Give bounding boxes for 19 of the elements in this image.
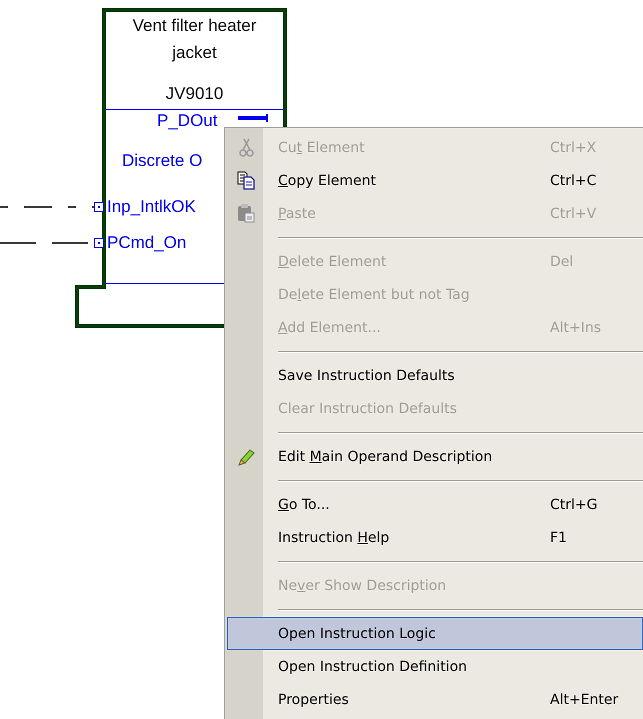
menu-item[interactable]: Save Instruction Defaults [227, 359, 643, 392]
clipboard-icon [237, 204, 255, 223]
pencil-icon [237, 447, 255, 466]
block-tag: JV9010 [166, 80, 224, 107]
menu-item[interactable]: Properties Alt+Enter [227, 683, 643, 716]
pin-label: PCmd_On [107, 232, 186, 254]
output-wire [238, 114, 270, 122]
menu-item[interactable]: Go To... Ctrl+G [227, 488, 643, 521]
block-title: Vent filter heater jacket [132, 15, 258, 64]
pin-label: P_DOut [157, 110, 218, 132]
menu-item[interactable]: Open Instruction Logic [227, 617, 643, 650]
scissors-icon [237, 138, 255, 157]
menu-item[interactable]: Open Instruction Definition [227, 650, 643, 683]
copy-icon [237, 171, 255, 190]
menu-item[interactable]: Instruction Help F1 [227, 521, 643, 554]
menu-item[interactable]: Copy Element Ctrl+C [227, 164, 643, 197]
pin-label: Inp_IntlkOK [107, 196, 196, 218]
pin-label: Discrete O [122, 150, 202, 172]
menu-item[interactable]: Edit Main Operand Description [227, 440, 643, 473]
